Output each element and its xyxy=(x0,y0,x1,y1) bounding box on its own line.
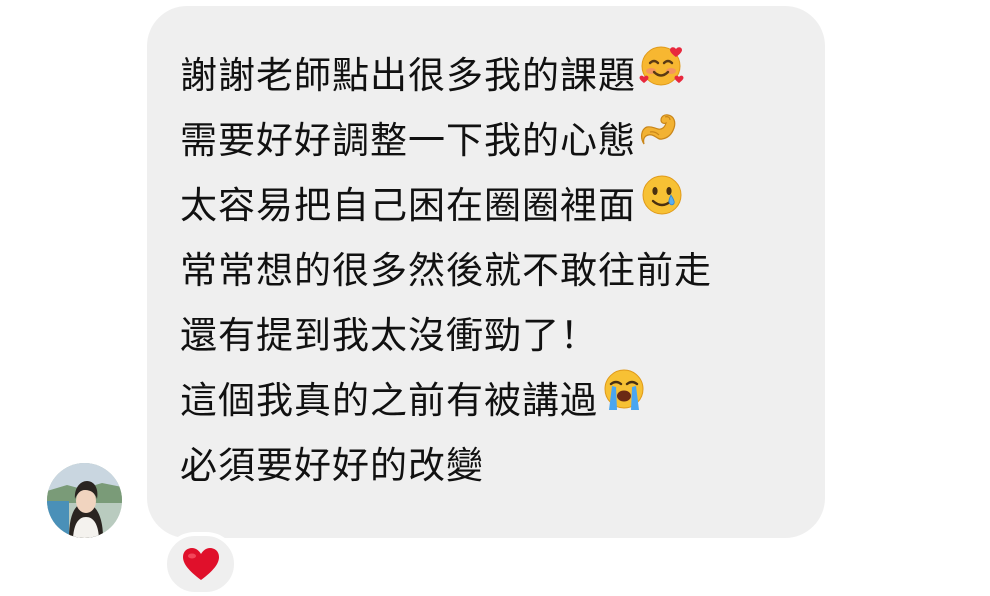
loudly-crying-face-icon xyxy=(600,366,648,434)
message-line-text: 必須要好好的改變 xyxy=(180,444,484,487)
profile-photo xyxy=(47,463,122,538)
message-line-4: 常常想的很多然後就不敢往前走 xyxy=(180,238,712,303)
message-text: 謝謝老師點出很多我的課題 需要好好調整一下我的心態 太容易把自己困在圈圈裡面 常… xyxy=(180,43,712,498)
message-line-text: 常常想的很多然後就不敢往前走 xyxy=(180,249,712,292)
message-line-3: 太容易把自己困在圈圈裡面 xyxy=(180,173,712,238)
smiling-face-with-tear-icon xyxy=(638,171,686,239)
message-line-text: 太容易把自己困在圈圈裡面 xyxy=(180,184,636,227)
heart-reaction[interactable] xyxy=(163,532,238,596)
message-line-text: 需要好好調整一下我的心態 xyxy=(180,119,636,162)
red-heart-icon xyxy=(182,548,219,580)
message-line-7: 必須要好好的改變 xyxy=(180,433,712,498)
smiling-face-with-hearts-icon xyxy=(638,41,686,109)
message-line-1: 謝謝老師點出很多我的課題 xyxy=(180,43,712,108)
message-line-5: 還有提到我太沒衝勁了！ xyxy=(180,303,712,368)
message-line-text: 還有提到我太沒衝勁了！ xyxy=(180,314,598,357)
sender-avatar[interactable] xyxy=(47,463,122,538)
message-line-text: 這個我真的之前有被講過 xyxy=(180,379,598,422)
message-line-6: 這個我真的之前有被講過 xyxy=(180,368,712,433)
message-line-2: 需要好好調整一下我的心態 xyxy=(180,108,712,173)
flexed-biceps-icon xyxy=(638,107,682,172)
message-bubble[interactable]: 謝謝老師點出很多我的課題 需要好好調整一下我的心態 太容易把自己困在圈圈裡面 常… xyxy=(147,6,825,538)
message-line-text: 謝謝老師點出很多我的課題 xyxy=(180,54,636,97)
